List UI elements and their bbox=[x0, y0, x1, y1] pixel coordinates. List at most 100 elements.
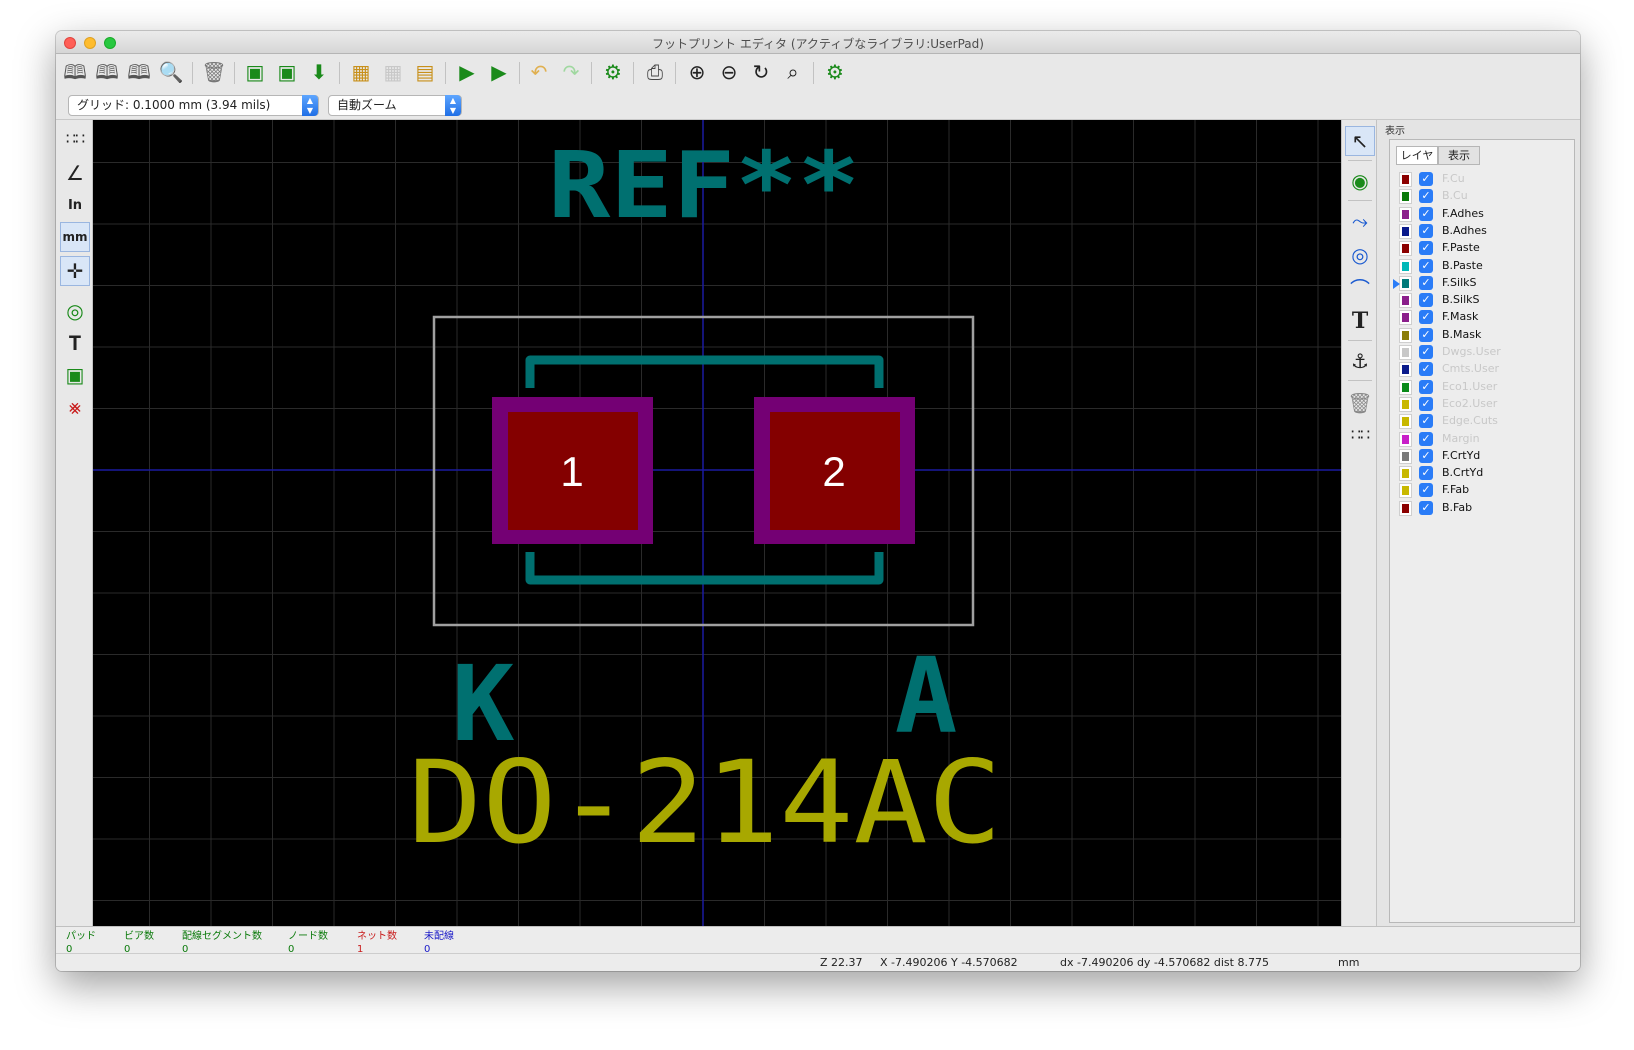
redo-icon[interactable]: ↷ bbox=[556, 57, 586, 87]
reference-text[interactable]: REF** bbox=[548, 132, 860, 239]
layer-row[interactable]: ✓ Margin bbox=[1399, 431, 1560, 448]
layer-visibility-checkbox[interactable]: ✓ bbox=[1419, 362, 1433, 377]
layer-row[interactable]: ✓ B.Paste bbox=[1399, 258, 1560, 275]
zoom-fit-icon[interactable]: ⌕ bbox=[778, 57, 808, 87]
layer-color-swatch[interactable] bbox=[1399, 414, 1412, 430]
layer-color-swatch[interactable] bbox=[1399, 327, 1412, 343]
polar-coords-icon[interactable]: ∠ bbox=[60, 158, 90, 188]
layer-color-swatch[interactable] bbox=[1399, 293, 1412, 309]
new-footprint-icon[interactable]: ▣ bbox=[240, 57, 270, 87]
layer-visibility-checkbox[interactable]: ✓ bbox=[1419, 379, 1433, 394]
library-browser-icon[interactable]: 🔍 bbox=[156, 57, 186, 87]
layer-row[interactable]: ✓ B.Cu bbox=[1399, 188, 1560, 205]
layer-color-swatch[interactable] bbox=[1399, 223, 1412, 239]
grid-select[interactable]: グリッド: 0.1000 mm (3.94 mils) ▲ ▼ bbox=[68, 95, 319, 116]
cursor-shape-icon[interactable]: ✛ bbox=[60, 256, 90, 286]
delete-icon[interactable]: 🗑 bbox=[199, 57, 229, 87]
zoom-out-icon[interactable]: ⊖ bbox=[714, 57, 744, 87]
layer-visibility-checkbox[interactable]: ✓ bbox=[1419, 275, 1433, 290]
layer-color-swatch[interactable] bbox=[1399, 310, 1412, 326]
layer-color-swatch[interactable] bbox=[1399, 500, 1412, 516]
layer-visibility-checkbox[interactable]: ✓ bbox=[1419, 258, 1433, 273]
layer-row[interactable]: ✓ Eco1.User bbox=[1399, 379, 1560, 396]
add-pad-icon[interactable]: ◉ bbox=[1345, 166, 1375, 196]
add-circle-icon[interactable]: ◎ bbox=[1345, 240, 1375, 270]
export-footprint-icon[interactable]: ▦ bbox=[346, 57, 376, 87]
add-arc-icon[interactable]: ⌒ bbox=[1345, 274, 1375, 304]
layer-color-swatch[interactable] bbox=[1399, 275, 1412, 291]
edge-sketch-icon[interactable]: ▣ bbox=[60, 360, 90, 390]
text-sketch-icon[interactable]: 𝐓 bbox=[60, 328, 90, 358]
layer-color-swatch[interactable] bbox=[1399, 258, 1412, 274]
layer-row[interactable]: ✓ B.Mask bbox=[1399, 327, 1560, 344]
layer-row[interactable]: ✓ F.Fab bbox=[1399, 482, 1560, 499]
layer-visibility-checkbox[interactable]: ✓ bbox=[1419, 396, 1433, 411]
layer-color-swatch[interactable] bbox=[1399, 206, 1412, 222]
settings-icon[interactable]: ⚙ bbox=[598, 57, 628, 87]
layer-color-swatch[interactable] bbox=[1399, 396, 1412, 412]
layer-visibility-checkbox[interactable]: ✓ bbox=[1419, 293, 1433, 308]
zoom-select[interactable]: 自動ズーム ▲ ▼ bbox=[328, 95, 462, 116]
print-icon[interactable]: ⎙ bbox=[640, 57, 670, 87]
anchor-icon[interactable]: ⚓ bbox=[1345, 346, 1375, 376]
mm-units-icon[interactable]: mm bbox=[60, 222, 90, 252]
layer-color-swatch[interactable] bbox=[1399, 172, 1412, 187]
layer-visibility-checkbox[interactable]: ✓ bbox=[1419, 223, 1433, 238]
layer-visibility-checkbox[interactable]: ✓ bbox=[1419, 345, 1433, 359]
layer-color-swatch[interactable] bbox=[1399, 466, 1412, 482]
value-text[interactable]: DO-214AC bbox=[408, 736, 1002, 869]
zoom-in-icon[interactable]: ⊕ bbox=[682, 57, 712, 87]
select-arrow-icon[interactable]: ↖ bbox=[1345, 126, 1375, 156]
inch-units-icon[interactable]: In bbox=[60, 190, 90, 220]
layer-visibility-checkbox[interactable]: ✓ bbox=[1419, 189, 1433, 204]
layer-color-swatch[interactable] bbox=[1399, 483, 1412, 499]
layer-visibility-checkbox[interactable]: ✓ bbox=[1419, 241, 1433, 256]
layer-visibility-checkbox[interactable]: ✓ bbox=[1419, 327, 1433, 342]
layer-color-swatch[interactable] bbox=[1399, 241, 1412, 257]
layer-visibility-checkbox[interactable]: ✓ bbox=[1419, 431, 1433, 446]
layer-visibility-checkbox[interactable]: ✓ bbox=[1419, 206, 1433, 221]
import-footprint-icon[interactable]: ⬇ bbox=[304, 57, 334, 87]
layer-row[interactable]: ✓ F.Paste bbox=[1399, 240, 1560, 257]
layer-visibility-checkbox[interactable]: ✓ bbox=[1419, 500, 1433, 515]
layer-visibility-checkbox[interactable]: ✓ bbox=[1419, 466, 1433, 481]
tab-render[interactable]: 表示 bbox=[1438, 146, 1480, 165]
high-contrast-icon[interactable]: ⨳ bbox=[60, 392, 90, 422]
layer-row[interactable]: ✓ B.SilkS bbox=[1399, 292, 1560, 309]
layer-color-swatch[interactable] bbox=[1399, 431, 1412, 447]
layer-row[interactable]: ✓ F.CrtYd bbox=[1399, 448, 1560, 465]
grid-toggle-icon[interactable]: ∷∷ bbox=[60, 124, 90, 154]
save-library-icon[interactable]: 🕮 bbox=[92, 57, 122, 87]
layer-row[interactable]: ✓ F.SilkS bbox=[1399, 275, 1560, 292]
open-library-icon[interactable]: 🕮 bbox=[124, 57, 154, 87]
delete-tool-icon[interactable]: 🗑 bbox=[1345, 388, 1375, 418]
layer-visibility-checkbox[interactable]: ✓ bbox=[1419, 414, 1433, 429]
load-from-board-icon[interactable]: ▤ bbox=[410, 57, 440, 87]
footprint-properties-icon[interactable]: ▶ bbox=[452, 57, 482, 87]
layer-row[interactable]: ✓ F.Adhes bbox=[1399, 206, 1560, 223]
layer-row[interactable]: ✓ F.Mask bbox=[1399, 309, 1560, 326]
layer-row[interactable]: ✓ Edge.Cuts bbox=[1399, 413, 1560, 430]
layer-visibility-checkbox[interactable]: ✓ bbox=[1419, 172, 1433, 186]
layer-color-swatch[interactable] bbox=[1399, 379, 1412, 395]
layer-row[interactable]: ✓ F.Cu bbox=[1399, 171, 1560, 188]
tab-layers[interactable]: レイヤ bbox=[1396, 146, 1438, 165]
check-footprint-icon[interactable]: ⚙ bbox=[820, 57, 850, 87]
layer-color-swatch[interactable] bbox=[1399, 362, 1412, 378]
footprint-canvas[interactable]: 1 2 REF** K A DO-214AC bbox=[93, 120, 1341, 926]
layer-visibility-checkbox[interactable]: ✓ bbox=[1419, 310, 1433, 325]
layer-row[interactable]: ✓ Dwgs.User bbox=[1399, 344, 1560, 361]
save-footprint-icon[interactable]: ▦ bbox=[378, 57, 408, 87]
insert-into-board-icon[interactable]: ▶ bbox=[484, 57, 514, 87]
layer-row[interactable]: ✓ B.Adhes bbox=[1399, 223, 1560, 240]
layer-row[interactable]: ✓ Cmts.User bbox=[1399, 361, 1560, 378]
layer-color-swatch[interactable] bbox=[1399, 448, 1412, 464]
layer-row[interactable]: ✓ Eco2.User bbox=[1399, 396, 1560, 413]
pad-sketch-icon[interactable]: ◎ bbox=[60, 296, 90, 326]
layer-color-swatch[interactable] bbox=[1399, 345, 1412, 360]
new-library-icon[interactable]: 🕮 bbox=[60, 57, 90, 87]
add-text-icon[interactable]: T bbox=[1345, 306, 1375, 336]
grid-origin-icon[interactable]: ∷∷ bbox=[1345, 420, 1375, 450]
layer-visibility-checkbox[interactable]: ✓ bbox=[1419, 483, 1433, 498]
create-footprint-wizard-icon[interactable]: ▣ bbox=[272, 57, 302, 87]
